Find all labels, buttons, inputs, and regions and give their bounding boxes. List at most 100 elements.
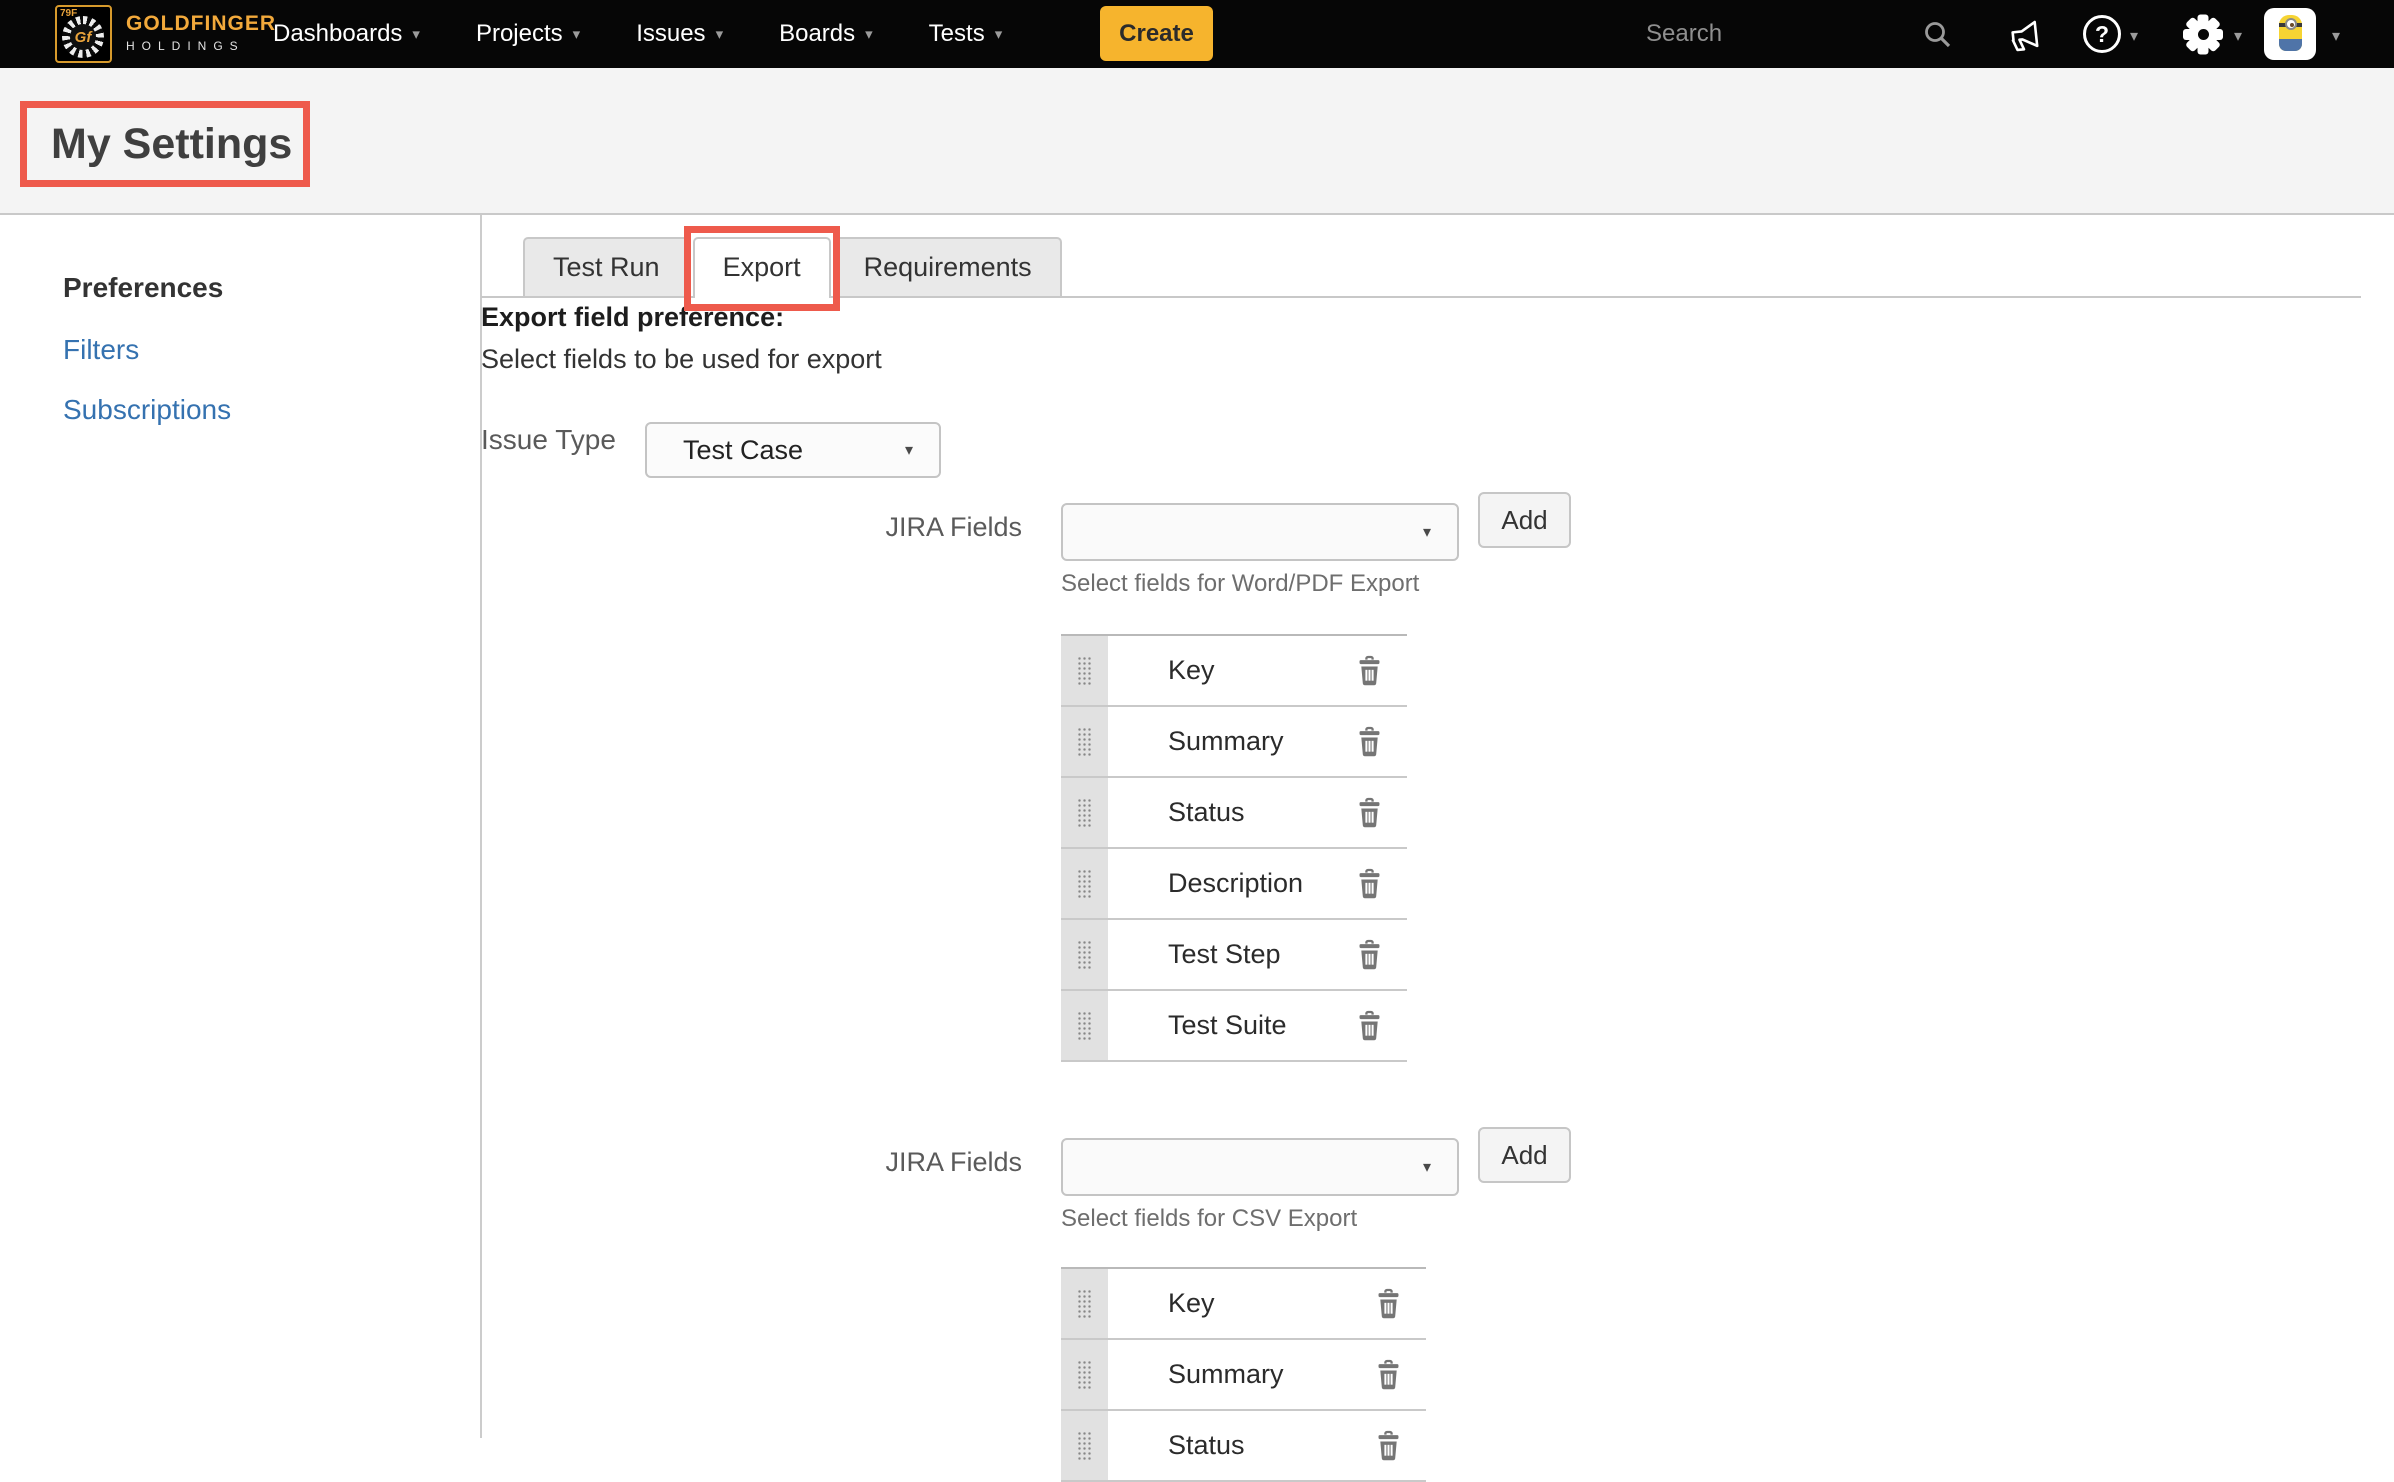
- avatar-caret-icon[interactable]: ▾: [2332, 26, 2340, 46]
- chevron-down-icon: ▾: [905, 440, 913, 460]
- field-row-summary: Summary: [1061, 707, 1407, 778]
- brand-title: GOLDFINGER: [126, 12, 276, 36]
- megaphone-icon[interactable]: [2004, 13, 2048, 57]
- drag-dots-icon: [1077, 798, 1092, 828]
- drag-handle[interactable]: [1061, 1411, 1108, 1480]
- field-name: Summary: [1168, 1359, 1375, 1390]
- drag-handle[interactable]: [1061, 707, 1108, 776]
- field-row-key: Key: [1061, 1269, 1426, 1340]
- drag-handle[interactable]: [1061, 849, 1108, 918]
- tab-label[interactable]: Requirements: [834, 237, 1062, 296]
- chevron-down-icon: ▾: [865, 25, 873, 43]
- company-logo[interactable]: 79F Gf: [55, 5, 112, 63]
- tab-test-run[interactable]: Test Run: [523, 237, 690, 296]
- field-row-test-suite: Test Suite: [1061, 991, 1407, 1062]
- trash-icon[interactable]: [1356, 655, 1383, 686]
- logo-swirl-icon: Gf: [62, 16, 104, 58]
- issue-type-select[interactable]: Test Case ▾: [645, 422, 941, 478]
- annotation-red-box-title: My Settings: [20, 101, 310, 187]
- jira-fields-label-csv: JIRA Fields: [880, 1147, 1022, 1178]
- search-input[interactable]: [1646, 16, 1876, 52]
- drag-handle[interactable]: [1061, 636, 1108, 705]
- drag-dots-icon: [1077, 656, 1092, 686]
- field-row-test-step: Test Step: [1061, 920, 1407, 991]
- gear-caret-icon[interactable]: ▾: [2234, 26, 2242, 46]
- trash-icon[interactable]: [1356, 868, 1383, 899]
- chevron-down-icon: ▾: [1423, 522, 1431, 542]
- avatar-detail: [2285, 18, 2297, 30]
- trash-icon[interactable]: [1356, 1010, 1383, 1041]
- avatar-image: [2279, 15, 2302, 51]
- tab-label[interactable]: Test Run: [523, 237, 690, 296]
- drag-handle[interactable]: [1061, 778, 1108, 847]
- drag-handle[interactable]: [1061, 1269, 1108, 1338]
- brand-text: GOLDFINGER HOLDINGS: [126, 12, 276, 53]
- trash-icon[interactable]: [1356, 797, 1383, 828]
- add-button-csv[interactable]: Add: [1478, 1127, 1571, 1183]
- drag-dots-icon: [1077, 1431, 1092, 1461]
- nav-menu-tests[interactable]: Tests▾: [929, 20, 1003, 48]
- jira-fields-select-csv[interactable]: ▾: [1061, 1138, 1459, 1196]
- jira-fields-label-wordpdf: JIRA Fields: [880, 512, 1022, 543]
- export-preference-heading: Export field preference:: [481, 302, 784, 333]
- help-glyph: ?: [2095, 21, 2109, 48]
- wordpdf-field-list: KeySummaryStatusDescriptionTest StepTest…: [1061, 634, 1407, 1062]
- trash-icon[interactable]: [1375, 1359, 1402, 1390]
- field-row-key: Key: [1061, 636, 1407, 707]
- wordpdf-caption: Select fields for Word/PDF Export: [1061, 570, 1419, 598]
- field-name: Status: [1168, 1430, 1375, 1461]
- tab-requirements[interactable]: Requirements: [834, 237, 1062, 296]
- field-name: Summary: [1168, 726, 1356, 757]
- nav-menu-boards[interactable]: Boards ▾: [779, 20, 873, 48]
- drag-handle[interactable]: [1061, 991, 1108, 1060]
- trash-icon[interactable]: [1356, 939, 1383, 970]
- drag-handle[interactable]: [1061, 1340, 1108, 1409]
- help-caret-icon[interactable]: ▾: [2130, 26, 2138, 46]
- sidebar-link-filters[interactable]: Filters: [63, 334, 139, 366]
- nav-menu-label: Boards: [779, 20, 855, 48]
- chevron-down-icon: ▾: [412, 25, 420, 43]
- search-icon[interactable]: [1922, 19, 1954, 51]
- export-preference-subtext: Select fields to be used for export: [481, 344, 882, 375]
- create-button[interactable]: Create: [1100, 6, 1213, 61]
- nav-menu-label: Tests: [929, 20, 985, 48]
- field-name: Key: [1168, 655, 1356, 686]
- nav-menu-label: Projects: [476, 20, 563, 48]
- nav-menu-dashboards[interactable]: Dashboards ▾: [273, 20, 420, 48]
- nav-menu-issues[interactable]: Issues ▾: [636, 20, 723, 48]
- issue-type-value: Test Case: [647, 435, 803, 466]
- gear-part: [2198, 29, 2209, 40]
- help-icon[interactable]: ?: [2083, 15, 2121, 53]
- drag-dots-icon: [1077, 1289, 1092, 1319]
- csv-field-list: Key Summary Status: [1061, 1267, 1426, 1482]
- tab-export[interactable]: Export: [693, 237, 831, 296]
- brand-subtitle: HOLDINGS: [126, 39, 276, 53]
- nav-menu-label: Dashboards: [273, 20, 402, 48]
- field-row-status: Status: [1061, 1411, 1426, 1482]
- avatar-detail: [2290, 23, 2294, 27]
- chevron-down-icon: ▾: [716, 25, 724, 43]
- tab-label[interactable]: Export: [693, 237, 831, 298]
- chevron-down-icon: ▾: [573, 25, 581, 43]
- avatar-detail: [2279, 39, 2302, 51]
- trash-icon[interactable]: [1375, 1288, 1402, 1319]
- user-avatar[interactable]: [2264, 8, 2316, 60]
- drag-dots-icon: [1077, 1011, 1092, 1041]
- drag-dots-icon: [1077, 1360, 1092, 1390]
- drag-handle[interactable]: [1061, 920, 1108, 989]
- gear-icon[interactable]: [2182, 13, 2224, 55]
- page-header-band: My Settings: [0, 68, 2394, 215]
- nav-menu-projects[interactable]: Projects ▾: [476, 20, 580, 48]
- add-button-wordpdf[interactable]: Add: [1478, 492, 1571, 548]
- jira-fields-select-wordpdf[interactable]: ▾: [1061, 503, 1459, 561]
- nav-menu-label: Issues: [636, 20, 705, 48]
- drag-dots-icon: [1077, 869, 1092, 899]
- nav-menus: Dashboards ▾ Projects ▾ Issues ▾ Boards ▾ Tests▾: [273, 0, 1058, 68]
- trash-icon[interactable]: [1356, 726, 1383, 757]
- field-name: Description: [1168, 868, 1356, 899]
- trash-icon[interactable]: [1375, 1430, 1402, 1461]
- csv-caption: Select fields for CSV Export: [1061, 1205, 1357, 1233]
- field-row-description: Description: [1061, 849, 1407, 920]
- drag-dots-icon: [1077, 940, 1092, 970]
- sidebar-link-subscriptions[interactable]: Subscriptions: [63, 394, 231, 426]
